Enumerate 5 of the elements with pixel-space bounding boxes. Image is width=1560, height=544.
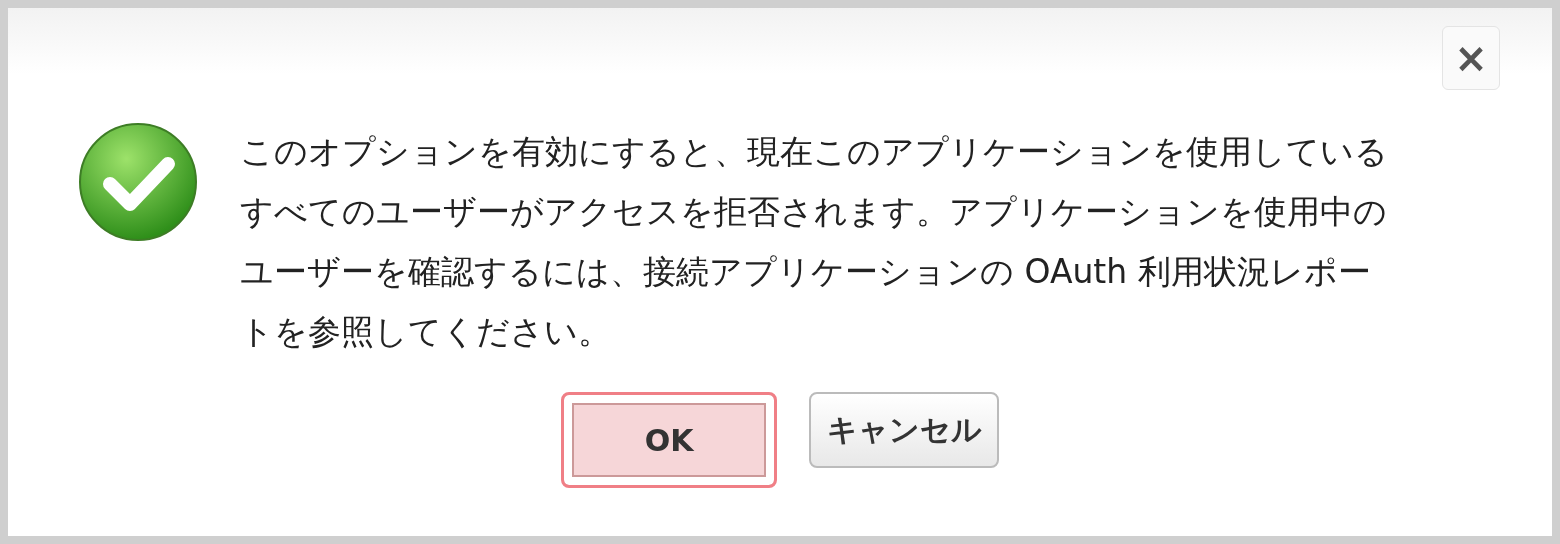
- dialog-message: このオプションを有効にすると、現在このアプリケーションを使用しているすべてのユーザーがアクセスを拒否されます。アプリケーションを使用中のユーザーを確認するには、接続アプリケーションの OAuth 利用状況レポートを参照してください。: [240, 131, 1389, 353]
- ok-button[interactable]: OK: [561, 392, 777, 488]
- check-icon: [78, 122, 198, 242]
- close-button[interactable]: ×: [1442, 26, 1500, 90]
- cancel-button[interactable]: キャンセル: [809, 392, 999, 468]
